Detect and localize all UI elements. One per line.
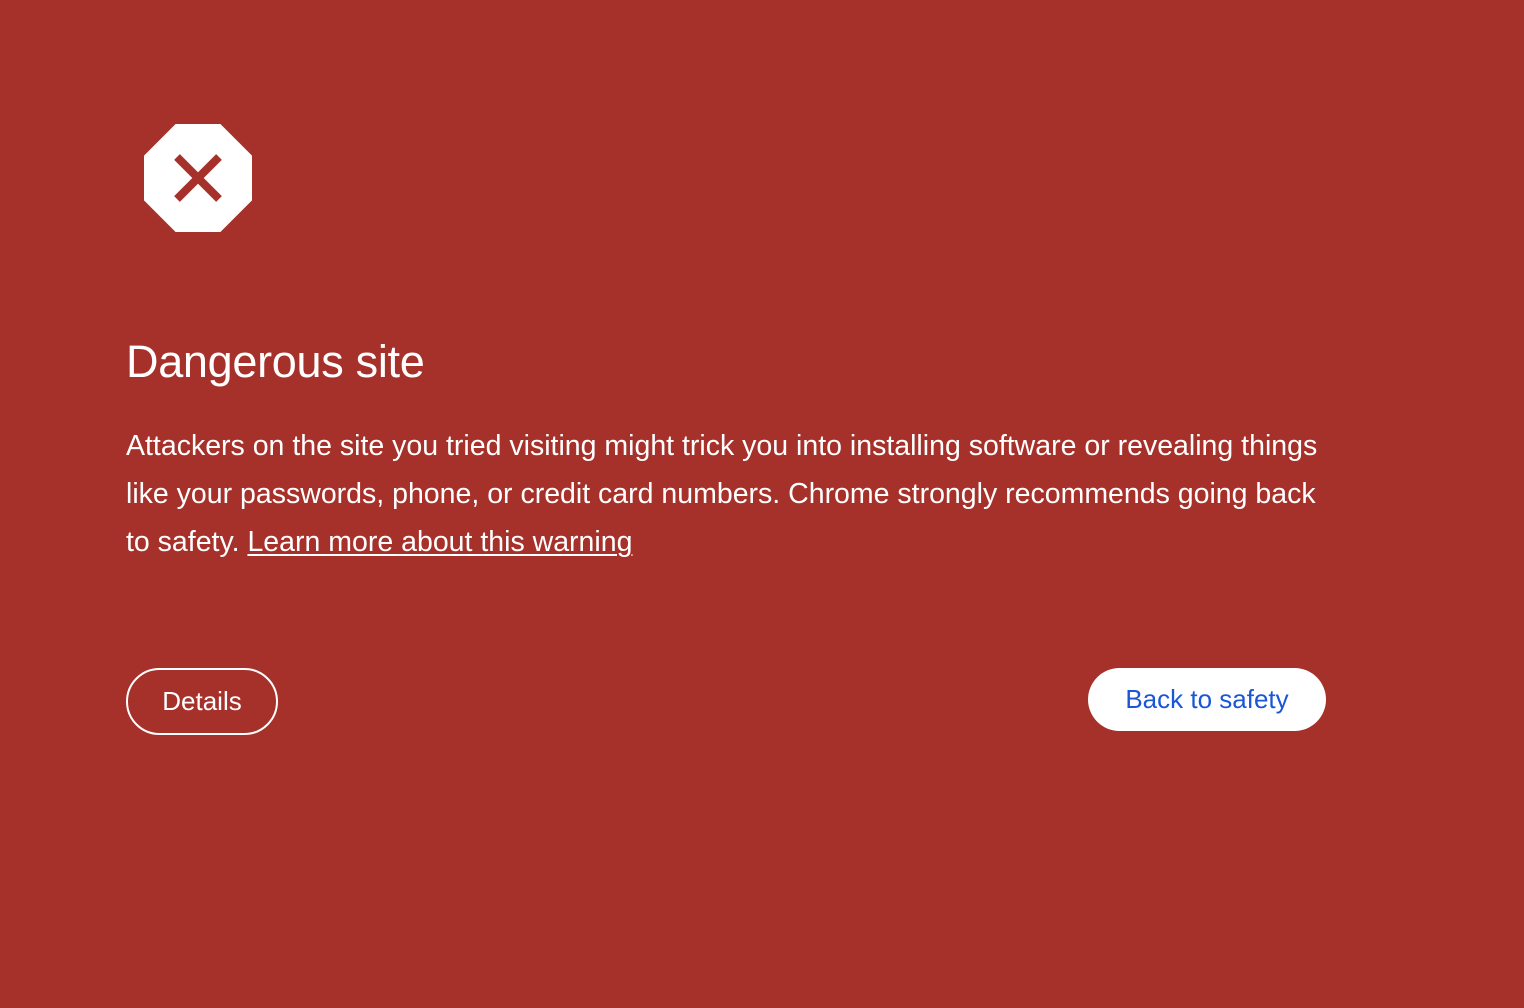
- page-title: Dangerous site: [126, 336, 425, 387]
- stop-octagon-x-icon: [144, 124, 252, 232]
- warning-description: Attackers on the site you tried visiting…: [126, 422, 1326, 566]
- interstitial-page: Dangerous site Attackers on the site you…: [0, 0, 1524, 1008]
- back-to-safety-button[interactable]: Back to safety: [1088, 668, 1326, 731]
- learn-more-link[interactable]: Learn more about this warning: [247, 526, 632, 558]
- details-button[interactable]: Details: [126, 668, 278, 735]
